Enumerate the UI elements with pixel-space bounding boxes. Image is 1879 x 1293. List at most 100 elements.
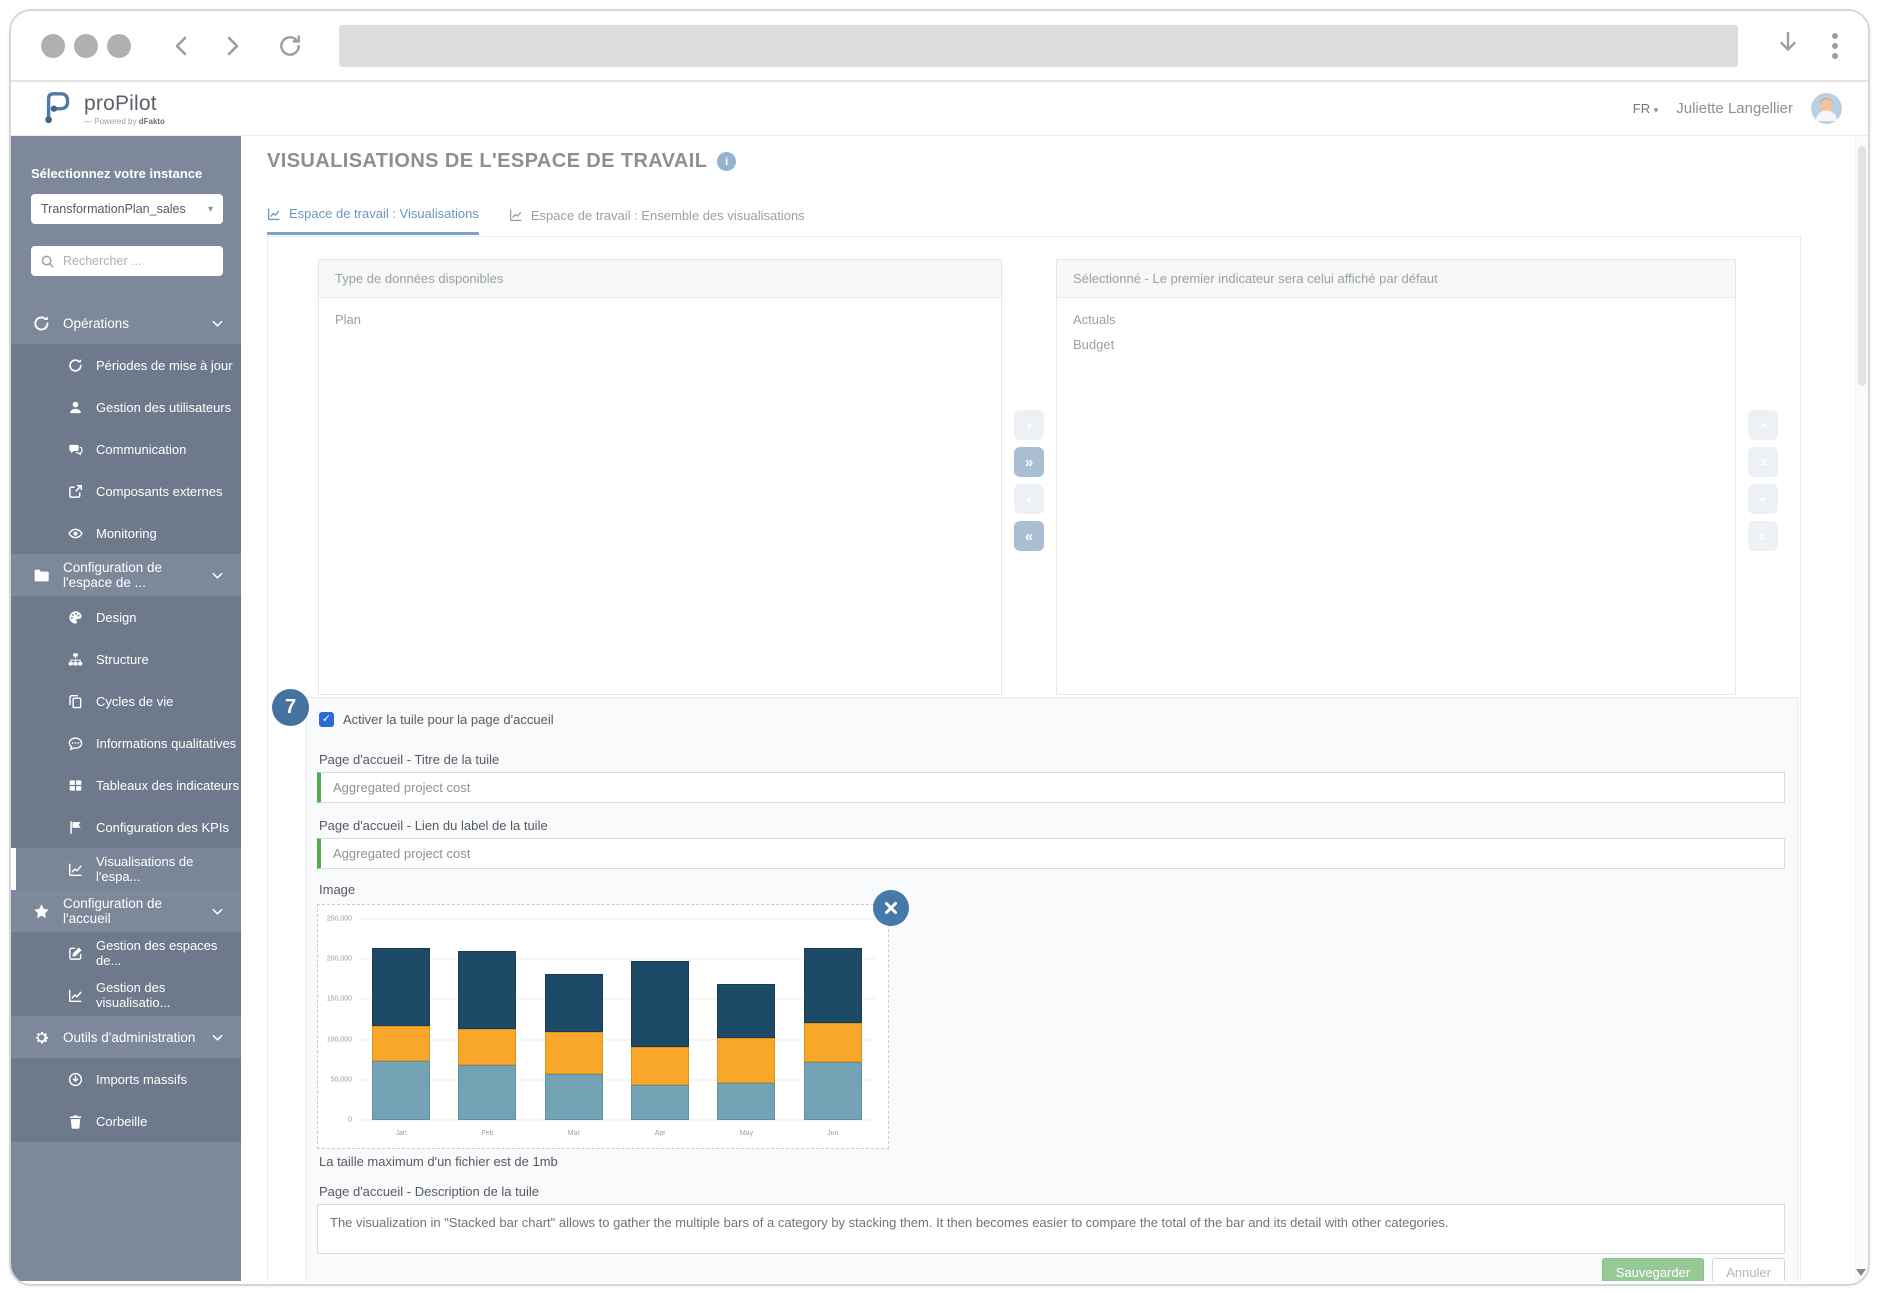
sidebar-item-utilisateurs[interactable]: Gestion des utilisateurs	[11, 386, 241, 428]
browser-window: proPilot — Powered by dFakto FR ▾ Juliet…	[9, 9, 1870, 1286]
move-top-button[interactable]: »	[1748, 447, 1778, 477]
tile-description-label: Page d'accueil - Description de la tuile	[319, 1184, 539, 1199]
chart-xtick: May	[739, 1130, 754, 1137]
remove-image-button[interactable]	[873, 890, 909, 926]
language-selector[interactable]: FR ▾	[1633, 101, 1659, 116]
chart-bar-segment	[372, 1061, 431, 1120]
sidebar-item-periodes[interactable]: Périodes de mise à jour	[11, 344, 241, 386]
sidebar-group-config-accueil[interactable]: Configuration de l'accueil	[11, 890, 241, 932]
sidebar-item-cycles[interactable]: Cycles de vie	[11, 680, 241, 722]
image-label: Image	[319, 882, 356, 897]
main-content: VISUALISATIONS DE L'ESPACE DE TRAVAIL i …	[241, 136, 1868, 1281]
enable-tile-checkbox[interactable]: ✓	[319, 712, 334, 727]
chart-bar-segment	[717, 1038, 776, 1084]
sidebar-group-config-espace[interactable]: Configuration de l'espace de ...	[11, 554, 241, 596]
avatar[interactable]	[1811, 93, 1842, 124]
list-item[interactable]: Plan	[335, 312, 985, 327]
sidebar-group-operations[interactable]: Opérations	[11, 302, 241, 344]
sidebar-group-label: Configuration de l'accueil	[63, 896, 163, 926]
back-icon[interactable]	[171, 34, 193, 58]
chart-bar-segment	[803, 1062, 862, 1120]
chevron-down-icon: ▾	[207, 203, 213, 215]
sidebar-group-outils-admin[interactable]: Outils d'administration	[11, 1016, 241, 1058]
sidebar-item-informations[interactable]: Informations qualitatives	[11, 722, 241, 764]
chart-bar-segment	[803, 947, 862, 1023]
sidebar-item-composants[interactable]: Composants externes	[11, 470, 241, 512]
tile-title-label: Page d'accueil - Titre de la tuile	[319, 752, 500, 767]
save-button[interactable]: Sauvegarder	[1601, 1258, 1705, 1281]
chart-bar-segment	[458, 951, 517, 1030]
scroll-down-icon[interactable]	[1856, 1269, 1866, 1276]
chart-bar-segment	[544, 1031, 603, 1075]
sidebar-item-imports[interactable]: Imports massifs	[11, 1058, 241, 1100]
forward-icon[interactable]	[221, 34, 243, 58]
scrollbar-thumb[interactable]	[1858, 146, 1866, 386]
chart-xtick: Jan	[395, 1130, 407, 1137]
sidebar-item-corbeille[interactable]: Corbeille	[11, 1100, 241, 1142]
table-icon	[68, 778, 83, 793]
instance-select[interactable]: TransformationPlan_sales ▾	[31, 194, 223, 224]
chart-bar-segment	[631, 1046, 690, 1085]
sidebar-item-kpis[interactable]: Configuration des KPIs	[11, 806, 241, 848]
cancel-button[interactable]: Annuler	[1712, 1258, 1785, 1281]
url-bar[interactable]	[339, 24, 1738, 67]
info-icon[interactable]: i	[717, 152, 737, 171]
eye-icon	[68, 526, 83, 541]
tile-title-input[interactable]	[317, 772, 1785, 803]
move-right-button[interactable]: ›	[1014, 410, 1044, 440]
chart-bar-segment	[372, 1025, 431, 1062]
chart-bar-segment	[717, 984, 776, 1039]
download-icon[interactable]	[1776, 30, 1800, 61]
selected-panel: Sélectionné - Le premier indicateur sera…	[1056, 259, 1736, 695]
chart-line-icon	[68, 862, 83, 877]
move-all-right-button[interactable]: »	[1014, 447, 1044, 477]
move-up-button[interactable]: ›	[1748, 410, 1778, 440]
sidebar-item-design[interactable]: Design	[11, 596, 241, 638]
sidebar-item-tableaux[interactable]: Tableaux des indicateurs	[11, 764, 241, 806]
list-item[interactable]: Actuals	[1073, 312, 1719, 327]
move-bottom-button[interactable]: »	[1748, 521, 1778, 551]
tab-ensemble-visualisations[interactable]: Espace de travail : Ensemble des visuali…	[509, 206, 805, 235]
chart-ytick: 250,000	[326, 915, 352, 923]
app-header: proPilot — Powered by dFakto FR ▾ Juliet…	[11, 82, 1868, 136]
search-icon	[40, 254, 55, 269]
sidebar-item-monitoring[interactable]: Monitoring	[11, 512, 241, 554]
tab-visualisations[interactable]: Espace de travail : Visualisations	[267, 206, 479, 235]
move-left-button[interactable]: ‹	[1014, 484, 1044, 514]
chart-bar-segment	[458, 1065, 517, 1120]
chart-xtick: Feb	[481, 1130, 494, 1137]
star-icon	[33, 903, 50, 920]
chart-xtick: Apr	[654, 1130, 666, 1137]
chart-ytick: 0	[348, 1116, 352, 1124]
chevron-down-icon	[212, 320, 223, 327]
sidebar-item-gestion-visualisations[interactable]: Gestion des visualisatio...	[11, 974, 241, 1016]
sidebar-item-visualisations[interactable]: Visualisations de l'espa...	[11, 848, 241, 890]
window-control-dot[interactable]	[41, 33, 65, 58]
sidebar-search	[31, 246, 224, 276]
user-name: Juliette Langellier	[1676, 100, 1793, 117]
refresh-icon[interactable]	[277, 33, 303, 59]
window-control-dot[interactable]	[107, 33, 131, 58]
move-down-button[interactable]: ›	[1748, 484, 1778, 514]
sidebar-item-gestion-espaces[interactable]: Gestion des espaces de...	[11, 932, 241, 974]
list-item[interactable]: Budget	[1073, 337, 1719, 352]
chart-ytick: 150,000	[326, 995, 352, 1003]
window-control-dot[interactable]	[74, 33, 98, 58]
search-input[interactable]	[63, 254, 224, 268]
move-all-left-button[interactable]: «	[1014, 521, 1044, 551]
download-circle-icon	[68, 1072, 83, 1087]
sidebar-item-structure[interactable]: Structure	[11, 638, 241, 680]
sidebar-item-communication[interactable]: Communication	[11, 428, 241, 470]
powered-brand: dFakto	[138, 116, 165, 126]
scrollbar	[1855, 136, 1868, 1281]
brand-logo: proPilot — Powered by dFakto	[37, 87, 165, 130]
chart-bar	[372, 947, 431, 1120]
stacked-bar-chart: 0 50,000 100,000 150,000 200,000 250,000 Jan Fe…	[327, 916, 876, 1137]
chart-xtick: Jun	[827, 1130, 839, 1137]
tile-description-input[interactable]: The visualization in "Stacked bar chart"…	[317, 1204, 1785, 1254]
chart-bar	[458, 951, 517, 1120]
tile-link-input[interactable]	[317, 838, 1785, 869]
chart-bar-segment	[372, 947, 431, 1026]
chart-xtick: Mar	[567, 1130, 580, 1137]
menu-kebab-icon[interactable]	[1832, 32, 1838, 59]
